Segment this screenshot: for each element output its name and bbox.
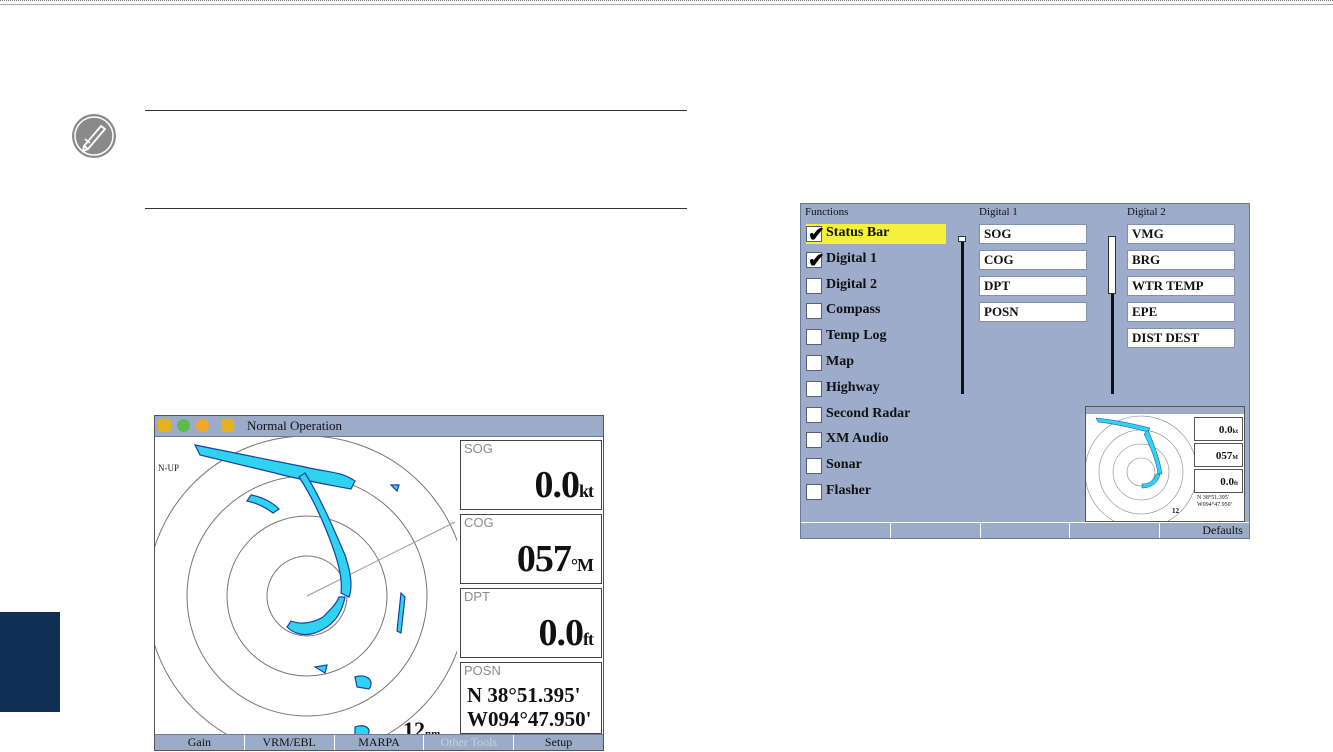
function-checkbox[interactable] bbox=[806, 277, 822, 294]
note-top-rule bbox=[145, 110, 687, 111]
function-row-map[interactable]: Map bbox=[806, 353, 946, 373]
note-pencil-icon bbox=[72, 114, 116, 158]
chapter-tab bbox=[0, 612, 60, 712]
preview-dpt: 0.0ft bbox=[1194, 469, 1243, 493]
transmit-icon bbox=[158, 419, 171, 432]
digital1-field-2[interactable]: COG bbox=[979, 250, 1087, 270]
function-row-digital-2[interactable]: Digital 2 bbox=[806, 276, 946, 296]
checkmark-icon: ✔ bbox=[808, 249, 825, 272]
preview-sog: 0.0kt bbox=[1194, 417, 1243, 441]
function-checkbox[interactable]: ✔ bbox=[806, 250, 825, 272]
radar-screen: Normal Operation N-UP 12nm SOG 0.0kt COG… bbox=[154, 415, 604, 751]
function-checkbox[interactable] bbox=[806, 484, 822, 500]
digital1-scroll-thumb[interactable] bbox=[958, 236, 966, 242]
layout-preview: 0.0kt 057M 0.0ft N 38°51.395' W094°47.95… bbox=[1085, 406, 1245, 522]
posn-field[interactable]: POSN N 38°51.395' W094°47.950' bbox=[460, 662, 602, 734]
digital1-field-4[interactable]: POSN bbox=[979, 302, 1087, 322]
function-row-temp-log[interactable]: Temp Log bbox=[806, 327, 946, 347]
preview-status-bar bbox=[1086, 407, 1244, 414]
gps-icon bbox=[177, 419, 190, 432]
function-label: Status Bar bbox=[826, 225, 890, 240]
radar-display[interactable]: N-UP 12nm 3nm bbox=[155, 437, 457, 737]
cog-field[interactable]: COG 057°M bbox=[460, 514, 602, 584]
function-label: XM Audio bbox=[826, 431, 889, 447]
setup-screen: Functions Digital 1 Digital 2 ✔ Status Ba… bbox=[800, 203, 1250, 539]
checkmark-icon: ✔ bbox=[808, 224, 825, 246]
function-label: Highway bbox=[826, 379, 880, 395]
softkey-other-tools[interactable]: Other Tools bbox=[424, 735, 515, 750]
function-checkbox[interactable] bbox=[806, 458, 822, 475]
function-label: Digital 2 bbox=[826, 276, 877, 292]
digital2-field-5[interactable]: DIST DEST bbox=[1127, 328, 1235, 348]
digital2-field-3[interactable]: WTR TEMP bbox=[1127, 276, 1235, 296]
sun-icon bbox=[196, 419, 209, 432]
function-label: Temp Log bbox=[826, 328, 887, 344]
digital1-field-1[interactable]: SOG bbox=[979, 224, 1087, 244]
function-label: Flasher bbox=[826, 483, 872, 498]
function-row-second-radar[interactable]: Second Radar bbox=[806, 405, 946, 425]
digital1-field-3[interactable]: DPT bbox=[979, 276, 1087, 296]
function-checkbox[interactable] bbox=[806, 432, 822, 449]
softkey-defaults[interactable]: Defaults bbox=[1160, 523, 1249, 538]
digital2-header: Digital 2 bbox=[1127, 206, 1166, 218]
function-label: Map bbox=[826, 354, 854, 369]
radar-softkeys: Gain VRM/EBL MARPA Other Tools Setup bbox=[155, 734, 603, 750]
function-row-digital-1[interactable]: ✔ Digital 1 bbox=[806, 250, 946, 272]
softkey-blank-1[interactable] bbox=[801, 523, 891, 538]
softkey-blank-3[interactable] bbox=[981, 523, 1071, 538]
softkey-setup[interactable]: Setup bbox=[514, 735, 603, 750]
status-text: Normal Operation bbox=[247, 418, 342, 433]
radar-rings bbox=[155, 437, 457, 737]
radar-echoes bbox=[193, 444, 406, 737]
preview-radar bbox=[1086, 415, 1194, 521]
digital2-field-4[interactable]: EPE bbox=[1127, 302, 1235, 322]
function-row-sonar[interactable]: Sonar bbox=[806, 456, 946, 476]
note-bottom-rule bbox=[145, 208, 687, 209]
function-row-xm-audio[interactable]: XM Audio bbox=[806, 430, 946, 450]
softkey-blank-4[interactable] bbox=[1070, 523, 1161, 538]
softkey-marpa[interactable]: MARPA bbox=[335, 735, 425, 750]
preview-range: 12 bbox=[1172, 507, 1179, 515]
function-label: Digital 1 bbox=[826, 250, 877, 266]
digital1-scrollbar[interactable] bbox=[961, 236, 964, 394]
softkey-vrm-ebl[interactable]: VRM/EBL bbox=[245, 735, 335, 750]
signal-bars-icon bbox=[221, 419, 234, 432]
function-row-flasher[interactable]: Flasher bbox=[806, 482, 946, 502]
digital2-field-2[interactable]: BRG bbox=[1127, 250, 1235, 270]
status-bar: Normal Operation bbox=[155, 416, 603, 437]
function-checkbox[interactable]: ✔ bbox=[806, 224, 825, 246]
header-rule bbox=[0, 0, 1333, 5]
function-label: Compass bbox=[826, 302, 881, 318]
softkey-gain[interactable]: Gain bbox=[155, 735, 245, 750]
posn-lat: N 38°51.395' bbox=[467, 683, 581, 707]
function-row-compass[interactable]: Compass bbox=[806, 301, 946, 321]
function-checkbox[interactable] bbox=[806, 303, 822, 320]
function-checkbox[interactable] bbox=[806, 380, 822, 397]
function-row-status-bar[interactable]: ✔ Status Bar bbox=[806, 224, 946, 246]
sog-field[interactable]: SOG 0.0kt bbox=[460, 440, 602, 510]
preview-posn: N 38°51.395' W094°47.950' bbox=[1197, 495, 1232, 508]
setup-softkeys: Defaults bbox=[801, 522, 1249, 538]
orientation-label: N-UP bbox=[158, 463, 180, 473]
function-row-highway[interactable]: Highway bbox=[806, 379, 946, 399]
function-label: Second Radar bbox=[826, 405, 911, 421]
digital2-scroll-thumb[interactable] bbox=[1108, 236, 1116, 294]
digital1-header: Digital 1 bbox=[979, 206, 1018, 218]
preview-cog: 057M bbox=[1194, 443, 1243, 467]
functions-header: Functions bbox=[805, 206, 849, 218]
dpt-field[interactable]: DPT 0.0ft bbox=[460, 588, 602, 658]
function-label: Sonar bbox=[826, 457, 862, 473]
digital2-field-1[interactable]: VMG bbox=[1127, 224, 1235, 244]
function-checkbox[interactable] bbox=[806, 406, 822, 423]
softkey-blank-2[interactable] bbox=[891, 523, 981, 538]
function-checkbox[interactable] bbox=[806, 329, 822, 346]
posn-lon: W094°47.950' bbox=[467, 707, 592, 731]
function-checkbox[interactable] bbox=[806, 355, 822, 371]
